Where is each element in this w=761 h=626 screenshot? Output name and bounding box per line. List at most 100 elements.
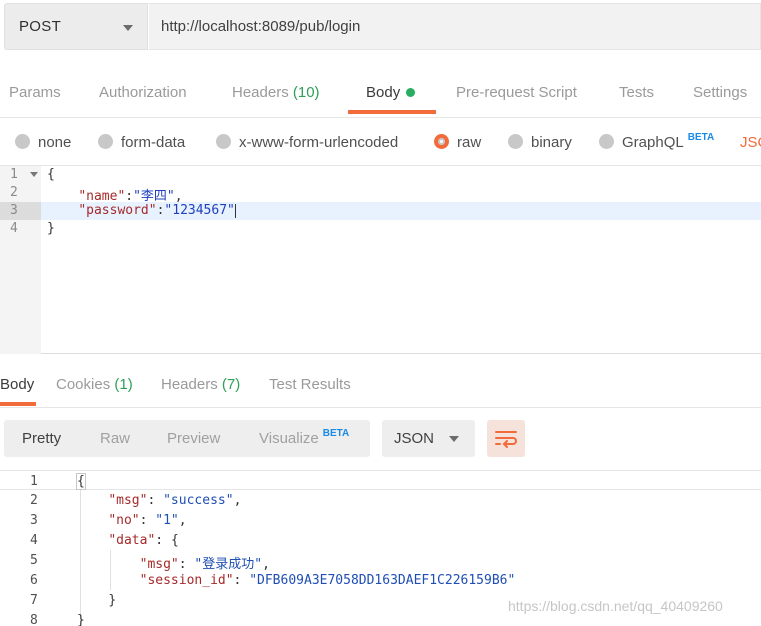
line-number: 3 xyxy=(10,203,18,218)
json-value: "success" xyxy=(163,493,234,508)
code-token: { xyxy=(170,533,179,548)
line-number: 1 xyxy=(10,167,18,182)
line-code: { xyxy=(47,167,55,182)
tab-params[interactable]: Params xyxy=(9,84,61,101)
view-pretty-button[interactable]: Pretty xyxy=(22,430,61,447)
tab-count: (10) xyxy=(292,84,320,101)
active-tab-indicator xyxy=(0,402,36,406)
tab-test-results[interactable]: Test Results xyxy=(269,376,351,393)
radio-icon xyxy=(98,133,113,149)
radio-form-data[interactable]: form-data xyxy=(98,133,186,151)
url-input[interactable]: http://localhost:8089/pub/login xyxy=(149,3,761,50)
tab-headers[interactable]: Headers (10) xyxy=(232,84,320,101)
beta-badge: BETA xyxy=(322,428,350,439)
tab-cookies[interactable]: Cookies (1) xyxy=(56,376,133,393)
url-text: http://localhost:8089/pub/login xyxy=(161,18,361,35)
tab-count: (7) xyxy=(221,376,241,393)
line-code: } xyxy=(47,221,55,236)
tab-label: Params xyxy=(9,84,61,101)
tab-label: Cookies xyxy=(56,376,111,393)
code-token: : xyxy=(233,573,250,588)
response-line: 4 "data": { xyxy=(0,530,761,550)
view-visualize-button[interactable]: Visualize BETA xyxy=(259,428,350,447)
line-code: "data": { xyxy=(77,533,179,548)
tab-label: Body xyxy=(366,84,401,101)
tab-response-headers[interactable]: Headers (7) xyxy=(161,376,240,393)
json-value: "DFB609A3E7058DD163DAEF1C226159B6" xyxy=(249,573,516,588)
json-key: "password" xyxy=(78,203,157,218)
format-label: JSON xyxy=(394,430,435,447)
radio-selected-icon xyxy=(434,133,449,149)
response-toolbar: Pretty Raw Preview Visualize BETA JSON xyxy=(0,408,761,468)
tab-authorization[interactable]: Authorization xyxy=(99,84,187,101)
line-code: "no": "1", xyxy=(77,513,187,528)
line-number: 2 xyxy=(10,185,18,200)
view-label: Raw xyxy=(100,430,131,447)
line-number: 3 xyxy=(30,513,38,528)
text-cursor xyxy=(234,203,236,218)
request-url-bar: POST http://localhost:8089/pub/login xyxy=(0,0,761,64)
radio-x-www-form-urlencoded[interactable]: x-www-form-urlencoded xyxy=(216,133,399,151)
chevron-down-icon xyxy=(123,25,133,31)
radio-label: form-data xyxy=(121,134,186,151)
view-label: Pretty xyxy=(22,430,62,447)
request-body-editor[interactable]: 1 { 2 "name":"李四", 3 "password":"1234567… xyxy=(0,166,761,354)
tab-body[interactable]: Body xyxy=(366,84,416,101)
response-line: 5 "msg": "登录成功", xyxy=(0,550,761,572)
code-token: } xyxy=(77,613,85,626)
request-tabs: Params Authorization Headers (10) Body P… xyxy=(0,64,761,118)
radio-raw[interactable]: raw xyxy=(434,133,481,151)
tab-label: Body xyxy=(0,376,35,393)
method-select[interactable]: POST xyxy=(4,3,148,50)
active-tab-indicator xyxy=(348,110,436,114)
tab-label: Tests xyxy=(619,84,655,101)
radio-graphql[interactable]: GraphQL BETA xyxy=(599,132,714,151)
body-type-options: none form-data x-www-form-urlencoded raw… xyxy=(0,118,761,166)
view-label: Visualize xyxy=(259,430,319,447)
response-line: 1 { xyxy=(0,470,761,490)
radio-icon xyxy=(216,133,231,149)
response-format-select[interactable]: JSON xyxy=(382,420,475,457)
view-preview-button[interactable]: Preview xyxy=(167,430,220,447)
line-number: 5 xyxy=(30,553,38,568)
response-line: 2 "msg": "success", xyxy=(0,490,761,510)
view-raw-button[interactable]: Raw xyxy=(100,430,130,447)
body-format-select[interactable]: JSC xyxy=(740,134,761,151)
radio-label: binary xyxy=(531,134,572,151)
editor-line: 1 { xyxy=(0,166,761,184)
chevron-down-icon xyxy=(449,436,459,442)
response-tabs: Body Cookies (1) Headers (7) Test Result… xyxy=(0,356,761,408)
line-code: "session_id": "DFB609A3E7058DD163DAEF1C2… xyxy=(77,573,516,588)
code-token: { xyxy=(47,167,55,182)
json-key: "session_id" xyxy=(139,573,234,588)
line-number: 4 xyxy=(30,533,38,548)
code-token: { xyxy=(77,474,85,489)
tab-settings[interactable]: Settings xyxy=(693,84,747,101)
editor-line-active: 3 "password":"1234567" xyxy=(0,202,761,220)
watermark: https://blog.csdn.net/qq_40409260 xyxy=(508,598,723,614)
method-label: POST xyxy=(19,18,62,35)
radio-icon xyxy=(15,133,30,149)
tab-label: Settings xyxy=(693,84,748,101)
editor-line: 2 "name":"李四", xyxy=(0,184,761,204)
view-mode-group: Pretty Raw Preview Visualize BETA xyxy=(4,420,370,457)
tab-label: Headers xyxy=(232,84,289,101)
radio-binary[interactable]: binary xyxy=(508,133,572,151)
fold-arrow-icon[interactable] xyxy=(30,172,38,177)
tab-tests[interactable]: Tests xyxy=(619,84,654,101)
line-number: 7 xyxy=(30,593,38,608)
tab-pre-request-script[interactable]: Pre-request Script xyxy=(456,84,577,101)
line-number: 4 xyxy=(10,221,18,236)
tab-response-body[interactable]: Body xyxy=(0,376,34,393)
line-code: } xyxy=(77,613,85,626)
json-value: "1" xyxy=(155,513,179,528)
radio-none[interactable]: none xyxy=(15,133,71,151)
code-token: , xyxy=(178,513,187,528)
radio-label: x-www-form-urlencoded xyxy=(239,134,399,151)
editor-line: 4 } xyxy=(0,220,761,238)
line-number: 1 xyxy=(30,474,38,489)
line-code: "password":"1234567" xyxy=(47,203,236,218)
radio-icon xyxy=(599,133,614,149)
line-number: 8 xyxy=(30,613,38,626)
wrap-lines-button[interactable] xyxy=(487,420,525,457)
